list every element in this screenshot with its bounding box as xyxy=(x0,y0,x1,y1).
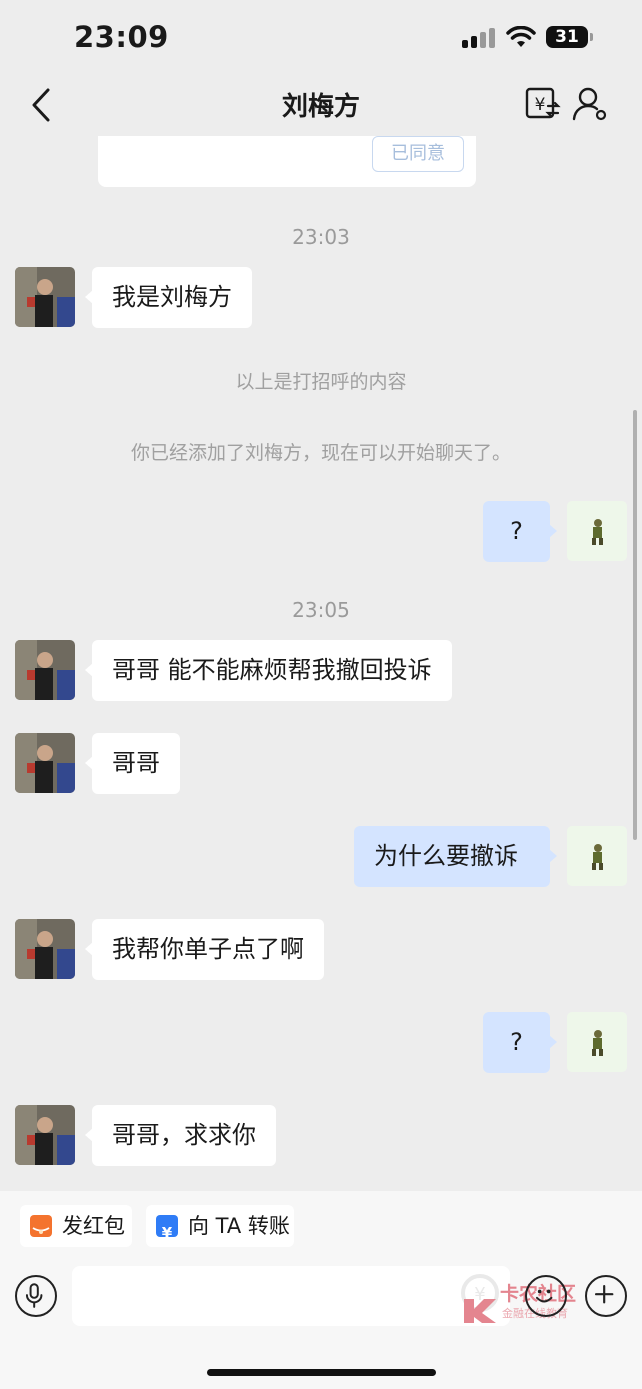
agreed-button[interactable]: 已同意 xyxy=(372,136,464,172)
incoming-message: 哥哥 能不能麻烦帮我撤回投诉 xyxy=(85,640,452,701)
status-time: 23:09 xyxy=(74,20,169,54)
contact-avatar[interactable] xyxy=(15,919,75,979)
transfer-icon: ¥ xyxy=(156,1215,178,1242)
voice-input-icon[interactable] xyxy=(15,1275,57,1317)
home-indicator[interactable] xyxy=(207,1369,436,1376)
message-input[interactable] xyxy=(72,1266,510,1326)
chat-input-panel: 发红包 ¥ 向 TA 转账 ¥ 卡农社区 金融在线教育 xyxy=(0,1191,642,1389)
red-packet-icon xyxy=(30,1215,52,1237)
emoji-icon[interactable] xyxy=(525,1275,567,1317)
timestamp: 23:05 xyxy=(292,598,350,622)
user-avatar[interactable] xyxy=(567,826,627,886)
wifi-icon xyxy=(506,26,536,47)
battery-icon: 31 xyxy=(546,26,593,48)
svg-text:¥: ¥ xyxy=(535,95,546,115)
nav-bar: 刘梅方 ¥ xyxy=(0,76,642,136)
contact-avatar[interactable] xyxy=(15,733,75,793)
red-packet-button[interactable]: 发红包 xyxy=(20,1205,132,1247)
outgoing-message: ? xyxy=(483,501,557,562)
add-more-icon[interactable] xyxy=(585,1275,627,1317)
contact-avatar[interactable] xyxy=(15,640,75,700)
watermark-logo-icon: ¥ xyxy=(461,1274,499,1323)
watermark: ¥ 卡农社区 金融在线教育 xyxy=(458,1273,588,1329)
outgoing-message: 为什么要撤诉 xyxy=(354,826,557,887)
incoming-message: 我是刘梅方 xyxy=(85,267,252,328)
contact-profile-icon[interactable] xyxy=(571,84,611,124)
user-avatar[interactable] xyxy=(567,1012,627,1072)
transfer-label: 向 TA 转账 xyxy=(188,1214,290,1238)
timestamp: 23:03 xyxy=(292,225,350,249)
incoming-message: 我帮你单子点了啊 xyxy=(85,919,324,980)
cellular-signal-icon xyxy=(462,28,496,48)
user-avatar[interactable] xyxy=(567,501,627,561)
contact-avatar[interactable] xyxy=(15,1105,75,1165)
system-message: 你已经添加了刘梅方，现在可以开始聊天了。 xyxy=(130,442,511,464)
incoming-message: 哥哥，求求你 xyxy=(85,1105,276,1166)
transfer-record-icon[interactable]: ¥ xyxy=(522,84,562,124)
incoming-message: 哥哥 xyxy=(85,733,180,794)
red-packet-label: 发红包 xyxy=(62,1214,125,1238)
outgoing-message: ? xyxy=(483,1012,557,1073)
friend-request-card: 已同意 xyxy=(98,136,476,187)
scrollbar[interactable] xyxy=(633,410,637,840)
system-message: 以上是打招呼的内容 xyxy=(235,371,407,393)
transfer-button[interactable]: ¥ 向 TA 转账 xyxy=(146,1205,294,1247)
status-bar: 23:09 31 xyxy=(0,0,642,76)
contact-avatar[interactable] xyxy=(15,267,75,327)
svg-text:¥: ¥ xyxy=(162,1224,173,1242)
message-list[interactable]: 已同意 23:03 我是刘梅方 以上是打招呼的内容 你已经添加了刘梅方，现在可以… xyxy=(0,136,642,1191)
